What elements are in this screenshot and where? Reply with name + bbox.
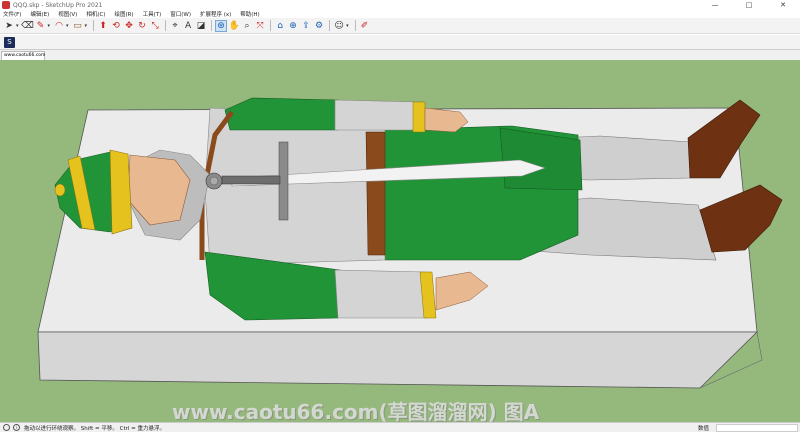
model-viewport[interactable]: www.caotu66.com(草图溜溜网) 图A — [0, 60, 800, 422]
platform-front — [37, 331, 758, 389]
main-toolbar: ➤ ▾ ⌫ ✎ ▾ ◠ ▾ ▭ ▾ ⬆ ⟲ ✥ ↻ ⤡ ⌖ A ◪ ⊛ ✋ ⌕ … — [0, 18, 800, 34]
window-controls: — □ ✕ — [698, 0, 800, 10]
toolbar-divider — [270, 20, 272, 31]
sketch-icon[interactable]: ✐ — [359, 20, 371, 32]
figure-helmet-rim — [109, 149, 133, 235]
extension-manager-icon[interactable]: ⚙ — [313, 20, 325, 32]
title-bar: QQQ.skp - SketchUp Pro 2021 — □ ✕ — [0, 0, 800, 10]
tape-measure-icon[interactable]: ⌖ — [169, 20, 181, 32]
info-icon[interactable]: i — [13, 424, 20, 431]
select-icon[interactable]: ➤ — [3, 20, 15, 32]
figure-cuff-upper — [412, 101, 426, 133]
scene-tab[interactable]: www.caotu66.com — [1, 51, 45, 60]
zoom-extents-icon[interactable]: ⤧ — [254, 20, 266, 32]
extension-toolbar: S — [0, 35, 800, 50]
paint-bucket-icon[interactable]: ◪ — [195, 20, 207, 32]
menu-view[interactable]: 视图(V) — [58, 10, 77, 18]
chevron-down-icon[interactable]: ▾ — [66, 23, 69, 29]
extension-warehouse-icon[interactable]: ⊕ — [287, 20, 299, 32]
menu-window[interactable]: 窗口(W) — [170, 10, 191, 18]
figure-helmet-top — [54, 183, 66, 197]
geo-location-icon[interactable] — [3, 424, 10, 431]
chevron-down-icon[interactable]: ▾ — [85, 23, 88, 29]
close-button[interactable]: ✕ — [766, 0, 800, 10]
toolbar-divider — [354, 20, 356, 31]
scale-icon[interactable]: ⤡ — [149, 20, 161, 32]
move-icon[interactable]: ✥ — [123, 20, 135, 32]
text-icon[interactable]: A — [182, 20, 194, 32]
figure-forearm-upper — [334, 99, 421, 131]
line-icon[interactable]: ✎ — [35, 20, 47, 32]
window-title: QQQ.skp - SketchUp Pro 2021 — [13, 1, 103, 9]
figure-forearm-lower — [334, 269, 429, 319]
menu-draw[interactable]: 绘图(R) — [114, 10, 133, 18]
sketchup-window: QQQ.skp - SketchUp Pro 2021 — □ ✕ 文件(F) … — [0, 0, 800, 432]
scene-tabs: www.caotu66.com — [0, 50, 800, 60]
zoom-icon[interactable]: ⌕ — [241, 20, 253, 32]
sketchup-logo-icon — [2, 1, 10, 9]
eraser-icon[interactable]: ⌫ — [21, 20, 34, 32]
measurements-label: 数值 — [698, 426, 710, 432]
menu-file[interactable]: 文件(F) — [3, 10, 21, 18]
chevron-down-icon[interactable]: ▾ — [346, 23, 349, 29]
rectangle-icon[interactable]: ▭ — [72, 20, 84, 32]
menu-edit[interactable]: 编辑(E) — [30, 10, 49, 18]
extension-plugin-icon[interactable]: S — [4, 36, 15, 48]
account-icon[interactable]: ☺ — [333, 20, 345, 32]
warehouse-icon[interactable]: ⌂ — [274, 20, 286, 32]
push-pull-icon[interactable]: ⬆ — [97, 20, 109, 32]
status-hint: 拖动以进行环绕观察。 Shift = 平移。 Ctrl = 重力悬浮。 — [24, 425, 165, 432]
menu-help[interactable]: 帮助(H) — [240, 10, 259, 18]
figure-torso — [204, 107, 386, 266]
arc-icon[interactable]: ◠ — [53, 20, 65, 32]
toolbar-divider — [93, 20, 95, 31]
chevron-down-icon[interactable]: ▾ — [16, 23, 19, 29]
menu-extensions[interactable]: 扩展程序 (x) — [200, 10, 231, 18]
minimize-button[interactable]: — — [698, 0, 732, 10]
rotate-icon[interactable]: ↻ — [136, 20, 148, 32]
figure-belt — [365, 131, 386, 256]
toolbar-divider — [329, 20, 331, 31]
sword-grip — [221, 175, 281, 185]
chevron-down-icon[interactable]: ▾ — [48, 23, 51, 29]
model-canvas — [37, 97, 783, 389]
orbit-icon[interactable]: ⊛ — [215, 19, 228, 32]
menu-bar: 文件(F) 编辑(E) 视图(V) 相机(C) 绘图(R) 工具(T) 窗口(W… — [0, 10, 800, 18]
menu-tools[interactable]: 工具(T) — [143, 10, 162, 18]
status-bar: i 拖动以进行环绕观察。 Shift = 平移。 Ctrl = 重力悬浮。 数值 — [0, 422, 800, 432]
watermark: www.caotu66.com(草图溜溜网) 图A — [172, 400, 540, 422]
sword-pommel-inner — [209, 176, 219, 186]
figure-sleeve-upper — [224, 97, 339, 131]
maximize-button[interactable]: □ — [732, 0, 766, 10]
toolbar-divider — [211, 20, 213, 31]
sword-guard — [278, 141, 289, 221]
send-layout-icon[interactable]: ⇪ — [300, 20, 312, 32]
pan-icon[interactable]: ✋ — [228, 20, 240, 32]
offset-icon[interactable]: ⟲ — [110, 20, 122, 32]
toolbar-divider — [165, 20, 167, 31]
measurements-input[interactable] — [716, 424, 798, 432]
menu-camera[interactable]: 相机(C) — [86, 10, 105, 18]
